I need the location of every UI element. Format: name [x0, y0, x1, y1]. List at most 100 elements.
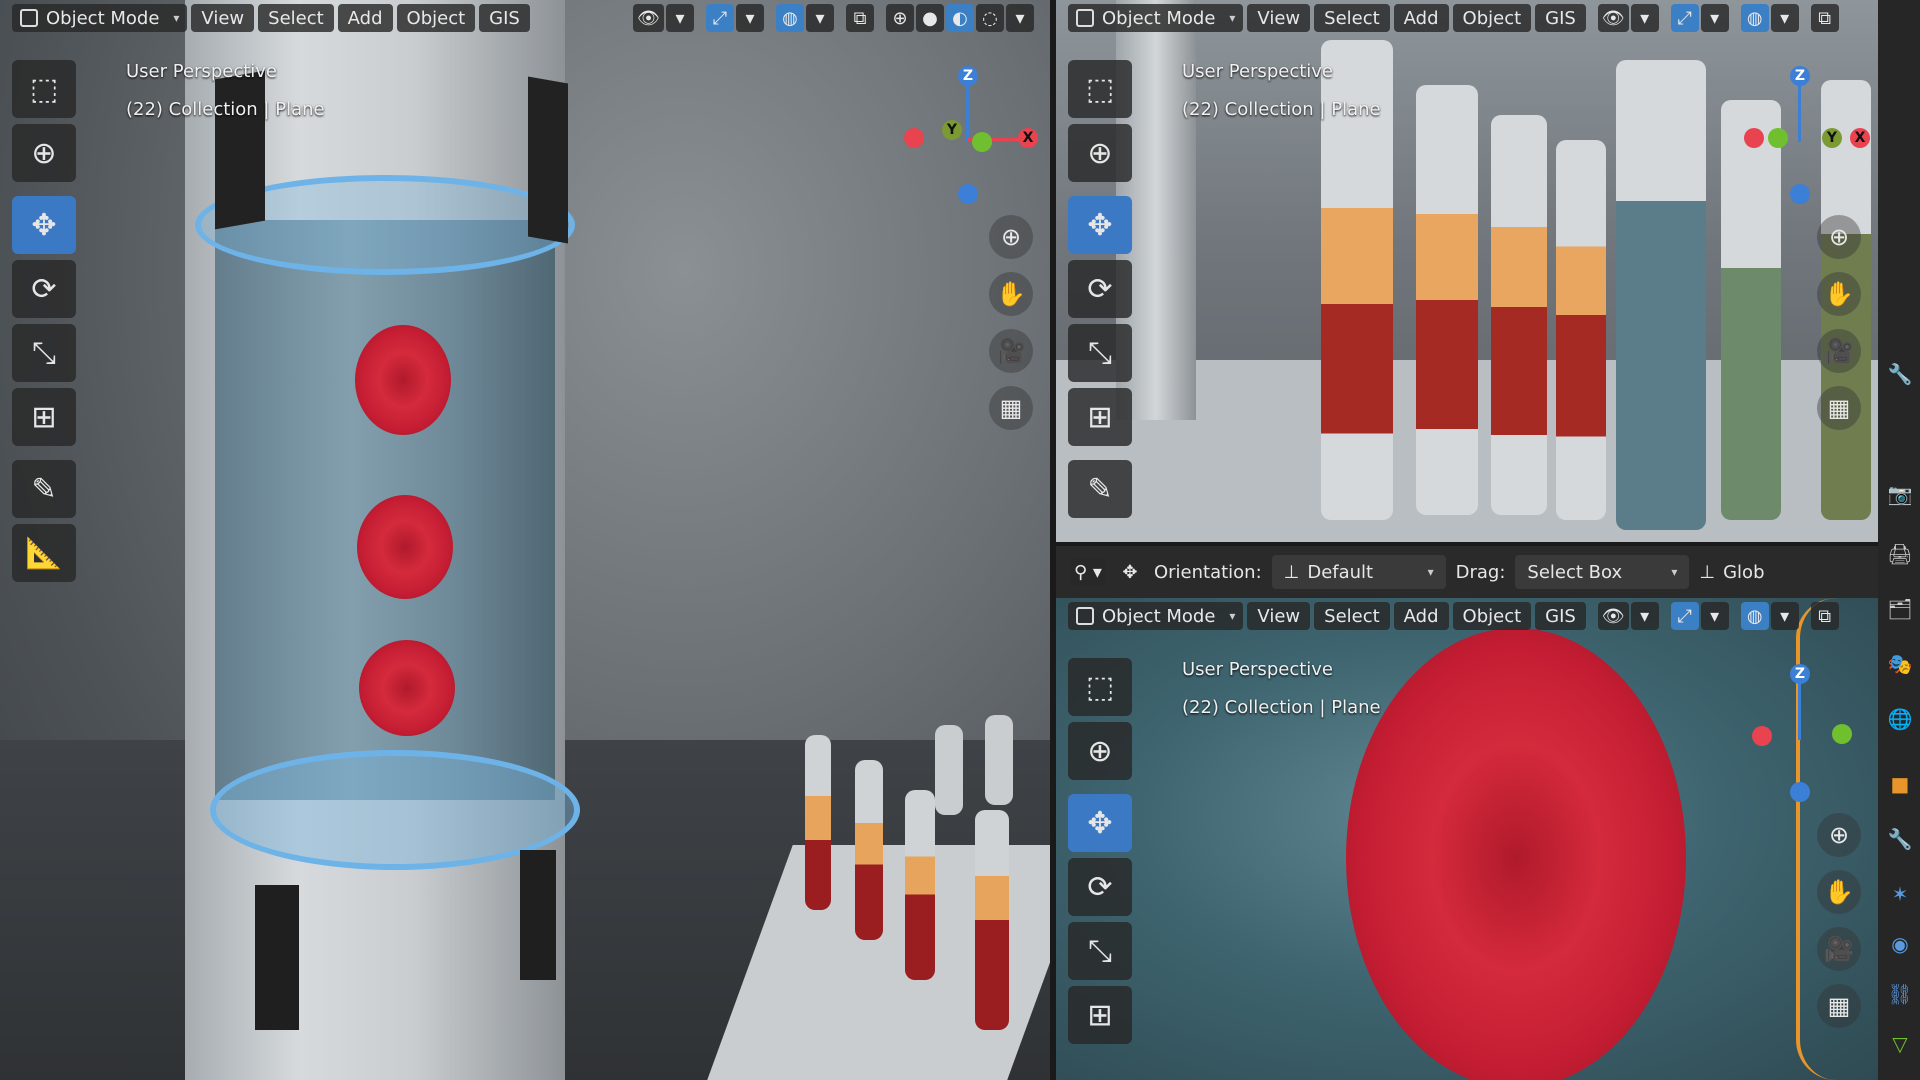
chevron-down-icon[interactable]: ▾	[1630, 602, 1659, 630]
x-axis-handle[interactable]: X	[1018, 128, 1038, 148]
mode-dropdown[interactable]: Object Mode ▾	[1068, 4, 1244, 32]
visibility-eye-icon[interactable]: 👁	[1597, 4, 1629, 32]
object-tab-icon[interactable]: ■	[1886, 770, 1914, 798]
menu-object[interactable]: Object	[1452, 4, 1532, 32]
particles-tab-icon[interactable]: ✶	[1886, 880, 1914, 908]
chevron-down-icon[interactable]: ▾	[736, 4, 764, 32]
select-box-icon[interactable]: ⬚	[1068, 60, 1132, 118]
neg-x-axis-handle[interactable]	[904, 128, 924, 148]
select-box-icon[interactable]: ⬚	[12, 60, 76, 118]
material-shading-icon[interactable]: ◐	[946, 4, 974, 32]
transform-pivot-icon[interactable]: ⚲ ▾	[1070, 558, 1106, 586]
overlay-toggle-icon[interactable]: ◍	[776, 4, 804, 32]
rotate-icon[interactable]: ⟳	[1068, 858, 1132, 916]
grid-icon[interactable]: ▦	[1817, 984, 1861, 1028]
xray-toggle-icon[interactable]: ⧉	[1810, 602, 1839, 630]
z-axis-handle[interactable]: Z	[1790, 664, 1810, 684]
annotate-icon[interactable]: ✎	[12, 460, 76, 518]
y-axis-handle[interactable]: Y	[942, 120, 962, 140]
menu-view[interactable]: View	[1247, 602, 1311, 630]
viewport-left[interactable]: Object Mode ▾ View Select Add Object GIS…	[0, 0, 1050, 1080]
annotate-icon[interactable]: ✎	[1068, 460, 1132, 518]
tool-settings-tab-icon[interactable]: 🔧	[1886, 360, 1914, 388]
mode-dropdown[interactable]: Object Mode ▾	[1068, 602, 1244, 630]
menu-select[interactable]: Select	[1314, 4, 1390, 32]
move-icon[interactable]: ✥	[1068, 794, 1132, 852]
camera-icon[interactable]: 🎥	[1817, 927, 1861, 971]
xray-toggle-icon[interactable]: ⧉	[846, 4, 874, 32]
menu-object[interactable]: Object	[396, 4, 476, 32]
camera-icon[interactable]: 🎥	[1817, 329, 1861, 373]
menu-select[interactable]: Select	[258, 4, 334, 32]
y-axis-handle[interactable]: Y	[1822, 128, 1842, 148]
y-axis-handle[interactable]	[1832, 724, 1852, 744]
zoom-icon[interactable]: ⊕	[1817, 215, 1861, 259]
chevron-down-icon[interactable]: ▾	[1006, 4, 1034, 32]
transform-icon[interactable]: ⊞	[1068, 388, 1132, 446]
navigation-gizmo[interactable]: Z X Y	[900, 60, 1040, 210]
orientation-dropdown[interactable]: ⊥ Default ▾	[1271, 555, 1446, 589]
world-tab-icon[interactable]: 🌐	[1886, 705, 1914, 733]
transform-icon[interactable]: ⊞	[12, 388, 76, 446]
mode-dropdown[interactable]: Object Mode ▾	[12, 4, 188, 32]
move-icon[interactable]: ✥	[12, 196, 76, 254]
global-transform-option[interactable]: ⊥ Glob	[1699, 562, 1764, 583]
viewport-top-right[interactable]: Object Mode ▾ View Select Add Object GIS…	[1056, 0, 1878, 542]
pan-hand-icon[interactable]: ✋	[1817, 870, 1861, 914]
move-icon[interactable]: ✥	[1068, 196, 1132, 254]
transform-icon[interactable]: ⊞	[1068, 986, 1132, 1044]
physics-tab-icon[interactable]: ◉	[1886, 930, 1914, 958]
menu-view[interactable]: View	[1247, 4, 1311, 32]
overlay-toggle-icon[interactable]: ◍	[1740, 602, 1769, 630]
neg-z-axis-handle[interactable]	[958, 184, 978, 204]
viewport-bottom-right[interactable]: Object Mode ▾ View Select Add Object GIS…	[1056, 598, 1878, 1080]
overlay-toggle-icon[interactable]: ◍	[1740, 4, 1769, 32]
rotate-icon[interactable]: ⟳	[1068, 260, 1132, 318]
chevron-down-icon[interactable]: ▾	[666, 4, 694, 32]
scale-icon[interactable]: ⤡	[1068, 324, 1132, 382]
rendered-shading-icon[interactable]: ◌	[976, 4, 1004, 32]
menu-gis[interactable]: GIS	[1535, 602, 1586, 630]
visibility-eye-icon[interactable]: 👁	[633, 4, 664, 32]
output-tab-icon[interactable]: 🖨	[1886, 540, 1914, 568]
select-box-icon[interactable]: ⬚	[1068, 658, 1132, 716]
neg-y-axis-handle[interactable]	[1768, 128, 1788, 148]
menu-gis[interactable]: GIS	[1535, 4, 1586, 32]
neg-y-axis-handle[interactable]	[972, 132, 992, 152]
view-layer-tab-icon[interactable]: 🗂	[1886, 595, 1914, 623]
zoom-icon[interactable]: ⊕	[1817, 813, 1861, 857]
neg-z-axis-handle[interactable]	[1790, 184, 1810, 204]
drag-dropdown[interactable]: Select Box ▾	[1515, 555, 1690, 589]
visibility-eye-icon[interactable]: 👁	[1597, 602, 1629, 630]
menu-select[interactable]: Select	[1314, 602, 1390, 630]
gizmo-toggle-icon[interactable]: ⤢	[1670, 602, 1699, 630]
cursor-icon[interactable]: ⊕	[12, 124, 76, 182]
chevron-down-icon[interactable]: ▾	[1630, 4, 1659, 32]
gizmo-toggle-icon[interactable]: ⤢	[1670, 4, 1699, 32]
chevron-down-icon[interactable]: ▾	[1770, 602, 1799, 630]
pan-hand-icon[interactable]: ✋	[989, 272, 1033, 316]
cursor-icon[interactable]: ⊕	[1068, 124, 1132, 182]
chevron-down-icon[interactable]: ▾	[1700, 602, 1729, 630]
scale-icon[interactable]: ⤡	[1068, 922, 1132, 980]
data-tab-icon[interactable]: ▽	[1886, 1030, 1914, 1058]
render-tab-icon[interactable]: 📷	[1886, 480, 1914, 508]
z-axis-handle[interactable]: Z	[958, 66, 978, 86]
neg-z-axis-handle[interactable]	[1790, 782, 1810, 802]
menu-add[interactable]: Add	[337, 4, 393, 32]
chevron-down-icon[interactable]: ▾	[1700, 4, 1729, 32]
navigation-gizmo[interactable]: Z X Y	[1732, 60, 1872, 210]
z-axis-handle[interactable]: Z	[1790, 66, 1810, 86]
constraints-tab-icon[interactable]: ⛓	[1886, 980, 1914, 1008]
zoom-icon[interactable]: ⊕	[989, 215, 1033, 259]
scale-icon[interactable]: ⤡	[12, 324, 76, 382]
solid-shading-icon[interactable]: ●	[916, 4, 944, 32]
menu-add[interactable]: Add	[1393, 4, 1449, 32]
move-tool-icon[interactable]: ✥	[1116, 558, 1144, 586]
menu-view[interactable]: View	[191, 4, 255, 32]
menu-add[interactable]: Add	[1393, 602, 1449, 630]
xray-toggle-icon[interactable]: ⧉	[1810, 4, 1839, 32]
menu-object[interactable]: Object	[1452, 602, 1532, 630]
menu-gis[interactable]: GIS	[479, 4, 530, 32]
wireframe-shading-icon[interactable]: ⊕	[886, 4, 914, 32]
